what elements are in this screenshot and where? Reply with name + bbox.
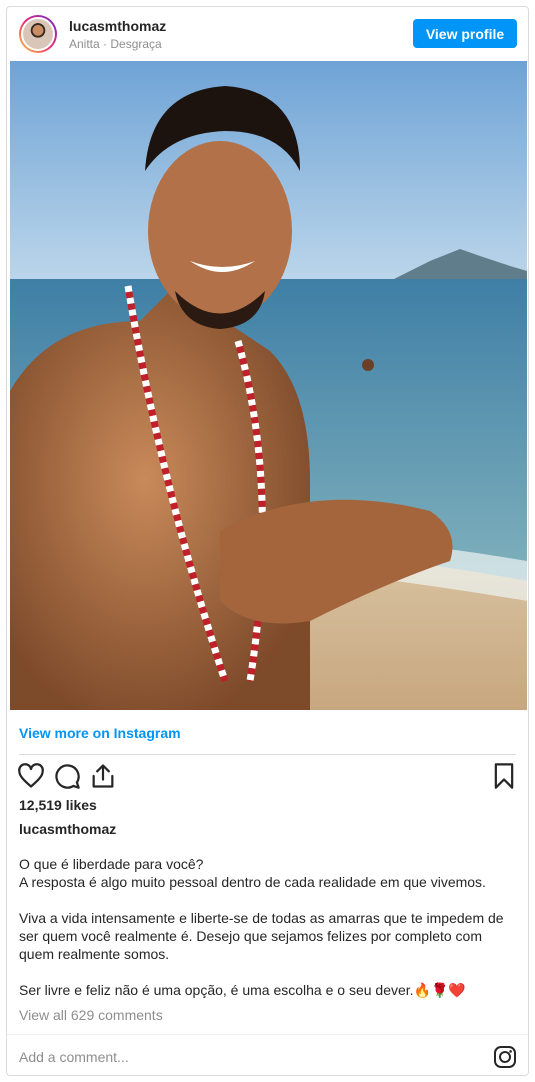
comment-icon[interactable] (53, 762, 81, 790)
view-more-on-instagram-link[interactable]: View more on Instagram (19, 725, 181, 741)
post-photo (10, 61, 527, 710)
action-bar (7, 762, 528, 794)
view-profile-button[interactable]: View profile (413, 19, 517, 48)
caption-paragraph-2: Viva a vida intensamente e liberte-se de… (19, 910, 504, 962)
add-comment-input[interactable] (19, 1045, 459, 1069)
instagram-embed-card: lucasmthomaz Anitta · Desgraça View prof… (6, 6, 529, 1076)
caption-line-1: O que é liberdade para você? (19, 856, 204, 872)
caption-paragraph-3: Ser livre e feliz não é uma opção, é uma… (19, 982, 466, 998)
share-icon[interactable] (89, 762, 117, 790)
instagram-logo-icon[interactable] (493, 1045, 517, 1069)
heart-icon[interactable] (17, 762, 45, 790)
divider (7, 1034, 528, 1035)
caption: O que é liberdade para você? A resposta … (19, 855, 519, 999)
likes-count[interactable]: 12,519 likes (19, 797, 97, 813)
view-all-comments-link[interactable]: View all 629 comments (19, 1007, 163, 1023)
caption-username[interactable]: lucasmthomaz (19, 821, 116, 837)
avatar[interactable] (19, 15, 57, 53)
caption-line-2: A resposta é algo muito pessoal dentro d… (19, 874, 486, 890)
audio-subtitle[interactable]: Anitta · Desgraça (69, 37, 162, 51)
bookmark-icon[interactable] (490, 762, 518, 790)
post-header: lucasmthomaz Anitta · Desgraça View prof… (7, 7, 528, 61)
post-media[interactable] (10, 61, 527, 710)
username[interactable]: lucasmthomaz (69, 18, 166, 34)
divider (19, 754, 516, 755)
